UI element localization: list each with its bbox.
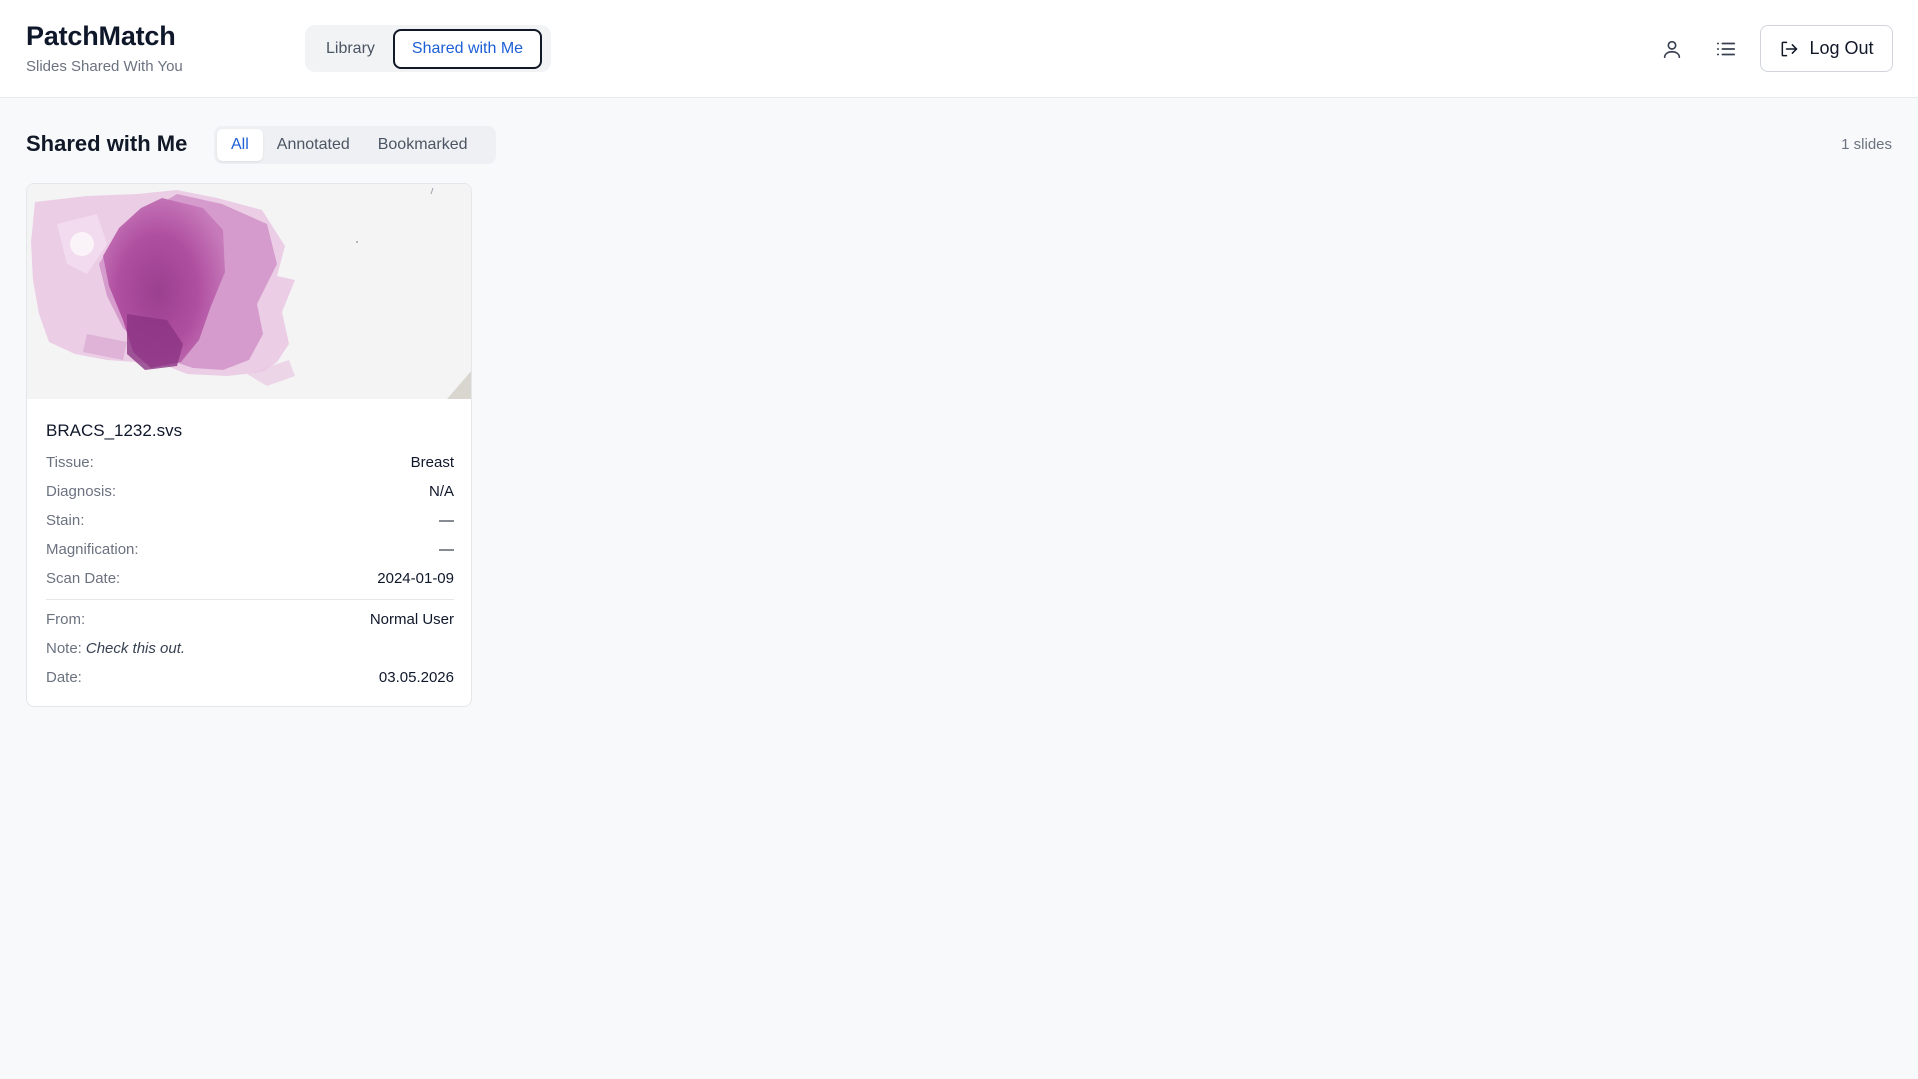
app-header: PatchMatch Slides Shared With You Librar… bbox=[0, 0, 1918, 98]
field-value: 2024-01-09 bbox=[377, 570, 454, 587]
filter-bookmarked[interactable]: Bookmarked bbox=[364, 129, 482, 161]
field-value: — bbox=[439, 541, 454, 558]
slide-count: 1 slides bbox=[1841, 136, 1892, 153]
slide-thumbnail[interactable] bbox=[27, 184, 471, 399]
field-tissue: Tissue: Breast bbox=[46, 448, 454, 477]
field-magnification: Magnification: — bbox=[46, 535, 454, 564]
field-scan-date: Scan Date: 2024-01-09 bbox=[46, 564, 454, 593]
section-title: Shared with Me bbox=[26, 131, 188, 156]
filter-annotated[interactable]: Annotated bbox=[263, 129, 364, 161]
share-from-value: Normal User bbox=[369, 611, 454, 628]
logout-label: Log Out bbox=[1809, 38, 1874, 58]
field-label: Stain: bbox=[46, 512, 85, 529]
list-icon[interactable] bbox=[1711, 34, 1741, 64]
share-from-label: From: bbox=[46, 611, 86, 628]
field-diagnosis: Diagnosis: N/A bbox=[46, 477, 454, 506]
card-divider bbox=[46, 599, 454, 600]
field-stain: Stain: — bbox=[46, 506, 454, 535]
share-note: Note: Check this out. bbox=[46, 634, 454, 663]
main-nav-tabs: Library Shared with Me bbox=[305, 25, 551, 72]
tab-library[interactable]: Library bbox=[308, 29, 393, 69]
filter-tabs: All Annotated Bookmarked bbox=[214, 126, 496, 164]
logout-button[interactable]: Log Out bbox=[1760, 25, 1893, 72]
share-date-label: Date: bbox=[46, 669, 82, 686]
tab-shared-with-me[interactable]: Shared with Me bbox=[392, 28, 543, 69]
field-label: Magnification: bbox=[46, 541, 139, 558]
share-note-value: Check this out. bbox=[85, 640, 186, 657]
slide-card[interactable]: BRACS_1232.svs Tissue: Breast Diagnosis:… bbox=[26, 183, 472, 707]
user-icon[interactable] bbox=[1657, 34, 1687, 64]
share-date-value: 03.05.2026 bbox=[378, 669, 454, 686]
share-from: From: Normal User bbox=[46, 605, 454, 634]
field-value: N/A bbox=[428, 483, 454, 500]
page-subtitle: Slides Shared With You bbox=[26, 58, 183, 75]
brand: PatchMatch Slides Shared With You bbox=[26, 21, 183, 75]
field-value: — bbox=[439, 512, 454, 529]
content-toolbar: Shared with Me All Annotated Bookmarked … bbox=[26, 126, 1892, 164]
share-note-label: Note: bbox=[46, 640, 82, 657]
logout-icon bbox=[1779, 39, 1799, 59]
field-value: Breast bbox=[410, 454, 454, 471]
app-title: PatchMatch bbox=[26, 21, 176, 51]
slide-details: BRACS_1232.svs Tissue: Breast Diagnosis:… bbox=[46, 421, 454, 692]
filter-all[interactable]: All bbox=[217, 129, 263, 161]
field-label: Diagnosis: bbox=[46, 483, 117, 500]
share-date: Date: 03.05.2026 bbox=[46, 663, 454, 692]
field-label: Scan Date: bbox=[46, 570, 121, 587]
field-label: Tissue: bbox=[46, 454, 94, 471]
slide-filename: BRACS_1232.svs bbox=[46, 421, 183, 440]
